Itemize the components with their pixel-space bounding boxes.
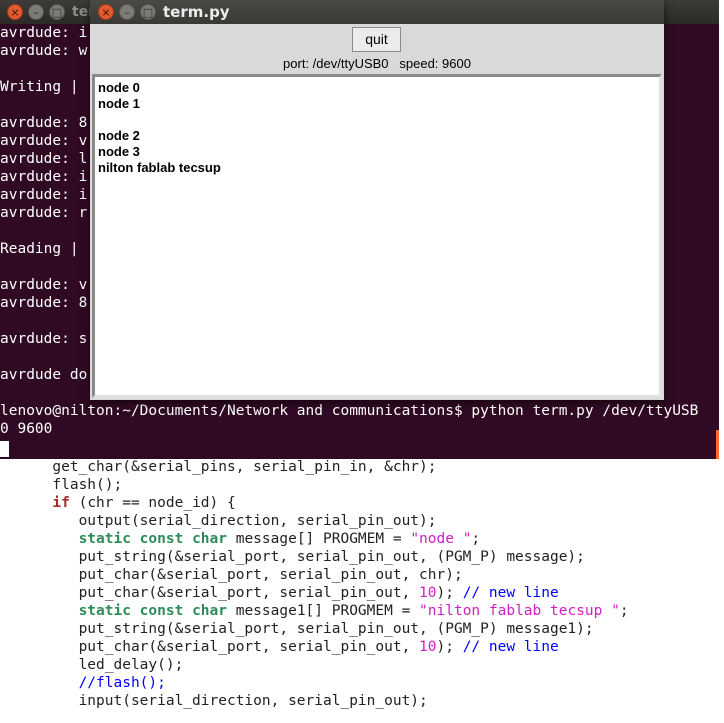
code-line: put_char(&serial_port, serial_pin_out, c… [0,566,629,584]
minimize-icon[interactable]: – [28,4,44,20]
serial-output-lines: node 0 node 1 node 2 node 3 nilton fablab te… [98,80,221,176]
terminal-cursor [0,441,9,457]
code-token: (chr == node_id) { [69,495,236,511]
code-token: input(serial_direction, serial_pin_out); [0,693,428,709]
terminal-line: 0 9600 [0,421,53,437]
code-token: led_delay(); [0,657,184,673]
code-token: message1[] PROGMEM = [226,603,420,619]
code-line: put_string(&serial_port, serial_pin_out,… [0,620,629,638]
code-token: ); [436,585,463,601]
term-py-window[interactable]: × – □ term.py quit port: /dev/ttyUSB0 sp… [90,0,664,400]
code-token: "node " [410,531,472,547]
code-token: get_char(&serial_pins, serial_pin_in, &c… [0,459,437,475]
code-line: if (chr == node_id) { [0,494,629,512]
quit-button[interactable]: quit [352,27,401,52]
code-token: if [52,495,70,511]
maximize-icon[interactable]: □ [49,4,65,20]
code-token: flash(); [0,477,123,493]
terminal-scrollbar[interactable] [716,430,719,459]
code-token: put_string(&serial_port, serial_pin_out,… [0,621,594,637]
code-token: 10 [419,585,437,601]
code-token: //flash(); [78,675,166,691]
code-editor[interactable]: while (1) { get_char(&serial_pins, seria… [0,440,724,723]
code-token: put_char(&serial_port, serial_pin_out, [0,639,420,655]
port-status-label: port: /dev/ttyUSB0 speed: 9600 [283,56,471,71]
code-line: input(serial_direction, serial_pin_out); [0,692,629,710]
code-token: 10 [419,639,437,655]
code-line: flash(); [0,476,629,494]
code-line: put_string(&serial_port, serial_pin_out,… [0,548,629,566]
tk-window-title: term.py [163,3,230,21]
code-line: get_char(&serial_pins, serial_pin_in, &c… [0,458,629,476]
code-token: ; [471,531,481,547]
code-token: static const char [78,603,227,619]
code-token: message[] PROGMEM = [226,531,411,547]
code-token: ; [619,603,629,619]
serial-output-line: nilton fablab tecsup [98,160,221,175]
code-token: // new line [462,585,559,601]
serial-output-line [98,112,221,128]
code-token: // new line [462,639,559,655]
code-line: output(serial_direction, serial_pin_out)… [0,512,629,530]
tk-titlebar[interactable]: × – □ term.py [90,0,664,24]
code-line: led_delay(); [0,656,629,674]
serial-output-line: node 2 [98,128,140,143]
code-line: put_char(&serial_port, serial_pin_out, 1… [0,584,629,602]
serial-output-line: node 1 [98,96,140,111]
code-token: put_string(&serial_port, serial_pin_out,… [0,549,585,565]
serial-output-textbox[interactable]: node 0 node 1 node 2 node 3 nilton fablab te… [92,74,662,398]
code-token: static const char [78,531,227,547]
code-line: //flash(); [0,674,629,692]
maximize-icon[interactable]: □ [140,4,156,20]
serial-output-line: node 0 [98,80,140,95]
code-line: put_char(&serial_port, serial_pin_out, 1… [0,638,629,656]
close-icon[interactable]: × [7,4,23,20]
code-line: static const char message1[] PROGMEM = "… [0,602,629,620]
code-text[interactable]: while (1) { get_char(&serial_pins, seria… [0,440,629,710]
code-token: put_char(&serial_port, serial_pin_out, c… [0,567,463,583]
code-token: "nilton fablab tecsup " [419,603,620,619]
terminal-line: lenovo@nilton:~/Documents/Network and co… [0,403,699,419]
code-token: output(serial_direction, serial_pin_out)… [0,513,437,529]
close-icon[interactable]: × [98,4,114,20]
code-token: ); [436,639,463,655]
serial-output-line: node 3 [98,144,140,159]
code-token: put_char(&serial_port, serial_pin_out, [0,585,420,601]
minimize-icon[interactable]: – [119,4,135,20]
code-line: static const char message[] PROGMEM = "n… [0,530,629,548]
